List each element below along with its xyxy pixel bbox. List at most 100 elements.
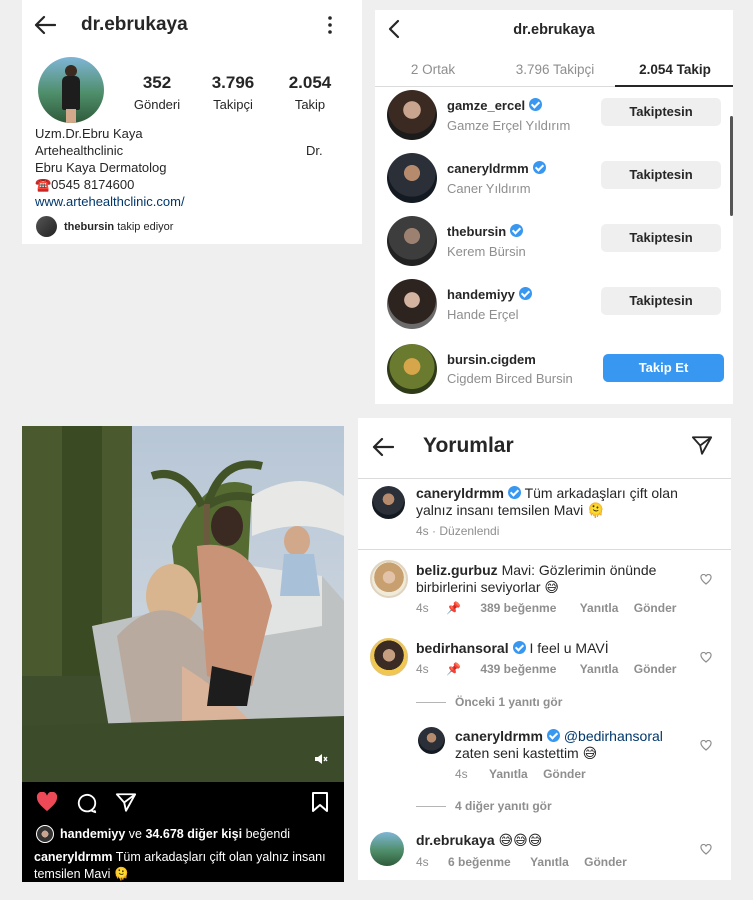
username-text: thebursin <box>447 224 507 239</box>
comment-avatar[interactable] <box>370 832 404 866</box>
following-button[interactable]: Takiptesin <box>601 287 721 315</box>
user-avatar[interactable] <box>387 90 437 140</box>
full-name: Kerem Bürsin <box>447 244 526 259</box>
bio-link[interactable]: www.artehealthclinic.com/ <box>35 194 185 209</box>
comment-time: 4s <box>416 662 429 676</box>
heart-filled-icon[interactable] <box>36 791 58 817</box>
caption-username[interactable]: caneryldrmm <box>34 850 113 864</box>
share-icon[interactable] <box>115 792 137 818</box>
list-item[interactable]: bursin.cigdem Cigdem Birced Bursin Takip… <box>375 342 733 404</box>
view-more-replies[interactable]: 4 diğer yanıtı gör <box>455 799 552 813</box>
reply-button[interactable]: Yanıtla <box>530 855 569 869</box>
caption-avatar[interactable] <box>372 486 405 519</box>
comment-icon[interactable] <box>76 792 98 819</box>
verified-badge-icon <box>532 161 546 174</box>
comment-author[interactable]: bedirhansoral <box>416 640 509 656</box>
following-count: 2.054 <box>288 73 332 92</box>
comment-likes[interactable]: 439 beğenme <box>480 662 556 676</box>
list-item[interactable]: handemiyy Hande Erçel Takiptesin <box>375 279 733 342</box>
user-avatar[interactable] <box>387 344 437 394</box>
back-arrow-icon[interactable] <box>372 437 395 462</box>
verified-badge-icon <box>510 224 524 237</box>
back-arrow-icon[interactable] <box>34 15 56 35</box>
reply-comment: caneryldrmm @bedirhansoral zaten seni ka… <box>455 728 663 762</box>
username-text: handemiyy <box>447 287 515 302</box>
caption-comment-text: Tüm arkadaşları çift olan <box>524 485 678 501</box>
profile-panel: dr.ebrukaya 352 Gönderi 3.796 Takipçi 2.… <box>22 0 362 244</box>
reply-button[interactable]: Yanıtla <box>580 662 619 676</box>
comment-likes[interactable]: 6 beğenme <box>448 855 511 869</box>
username[interactable]: thebursin <box>447 224 524 239</box>
like-heart-icon[interactable] <box>700 572 712 590</box>
following-button[interactable]: Takiptesin <box>601 98 721 126</box>
more-options-icon[interactable] <box>327 15 333 40</box>
like-heart-icon[interactable] <box>700 650 712 668</box>
likes-suffix: beğendi <box>245 827 291 841</box>
bookmark-icon[interactable] <box>311 791 329 818</box>
caption-author[interactable]: caneryldrmm <box>416 485 504 501</box>
reply-button[interactable]: Yanıtla <box>580 601 619 615</box>
follow-button[interactable]: Takip Et <box>603 354 724 382</box>
mute-icon[interactable] <box>314 752 328 770</box>
following-stat[interactable]: 2.054 Takip <box>282 73 338 112</box>
username[interactable]: handemiyy <box>447 287 532 302</box>
followers-stat[interactable]: 3.796 Takipçi <box>203 73 263 112</box>
list-item[interactable]: gamze_ercel Gamze Erçel Yıldırım Takipte… <box>375 90 733 153</box>
comment: beliz.gurbuz Mavi: Gözlerimin önünde bir… <box>416 562 656 596</box>
reply-avatar[interactable] <box>418 727 445 754</box>
following-button[interactable]: Takiptesin <box>601 161 721 189</box>
verified-badge-icon <box>507 486 521 499</box>
post-actions: handemiyy ve 34.678 diğer kişi beğendi c… <box>22 782 344 882</box>
reply-mention[interactable]: @bedirhansoral <box>564 728 663 744</box>
tab-mutual[interactable]: 2 Ortak <box>393 62 473 77</box>
scrollbar[interactable] <box>730 116 733 216</box>
profile-username: dr.ebrukaya <box>81 14 188 35</box>
caption-divider <box>358 549 731 550</box>
like-heart-icon[interactable] <box>700 842 712 860</box>
list-item[interactable]: caneryldrmm Caner Yıldırım Takiptesin <box>375 153 733 216</box>
comment-avatar[interactable] <box>370 638 408 676</box>
comments-title: Yorumlar <box>423 434 514 457</box>
username[interactable]: gamze_ercel <box>447 98 543 113</box>
comment-author[interactable]: beliz.gurbuz <box>416 562 498 578</box>
profile-avatar[interactable] <box>38 57 104 123</box>
posts-stat[interactable]: 352 Gönderi <box>132 73 182 112</box>
posts-label: Gönderi <box>133 97 181 112</box>
reply-author[interactable]: caneryldrmm <box>455 728 543 744</box>
comment-likes[interactable]: 389 beğenme <box>480 601 556 615</box>
send-button[interactable]: Gönder <box>543 767 586 781</box>
likes-others[interactable]: 34.678 diğer kişi <box>145 827 242 841</box>
user-avatar[interactable] <box>387 216 437 266</box>
send-button[interactable]: Gönder <box>634 601 677 615</box>
following-panel: dr.ebrukaya 2 Ortak 3.796 Takipçi 2.054 … <box>375 10 733 404</box>
send-button[interactable]: Gönder <box>634 662 677 676</box>
liker-username[interactable]: handemiyy <box>60 827 125 841</box>
tab-following[interactable]: 2.054 Takip <box>621 62 729 77</box>
user-avatar[interactable] <box>387 153 437 203</box>
like-heart-icon[interactable] <box>700 738 712 756</box>
comment-meta: 4s 6 beğenme Yanıtla Gönder <box>416 855 716 869</box>
send-button[interactable]: Gönder <box>584 855 627 869</box>
following-title: dr.ebrukaya <box>513 22 595 38</box>
comment-meta: 4s 📌 389 beğenme Yanıtla Gönder <box>416 601 716 615</box>
post-photo[interactable] <box>22 426 344 782</box>
username[interactable]: caneryldrmm <box>447 161 546 176</box>
user-avatar[interactable] <box>387 279 437 329</box>
reply-button[interactable]: Yanıtla <box>489 767 528 781</box>
comment-avatar[interactable] <box>370 560 408 598</box>
view-previous-replies[interactable]: Önceki 1 yanıtı gör <box>455 695 562 709</box>
followed-by-avatar[interactable] <box>36 216 57 237</box>
comment: bedirhansoral I feel u MAVİ <box>416 640 609 657</box>
followed-by-username[interactable]: thebursin <box>64 221 114 233</box>
tab-followers[interactable]: 3.796 Takipçi <box>503 62 607 77</box>
pin-icon: 📌 <box>446 662 461 676</box>
following-button[interactable]: Takiptesin <box>601 224 721 252</box>
comment-author[interactable]: dr.ebrukaya <box>416 832 495 848</box>
comment: dr.ebrukaya 😅😅😅 <box>416 832 542 849</box>
liker-avatar[interactable] <box>36 825 54 843</box>
direct-share-icon[interactable] <box>691 435 713 461</box>
list-item[interactable]: thebursin Kerem Bürsin Takiptesin <box>375 216 733 279</box>
caption-text-2: temsilen Mavi 🫠 <box>34 867 130 881</box>
likes-conjunction: ve <box>128 827 142 841</box>
username[interactable]: bursin.cigdem <box>447 352 536 367</box>
